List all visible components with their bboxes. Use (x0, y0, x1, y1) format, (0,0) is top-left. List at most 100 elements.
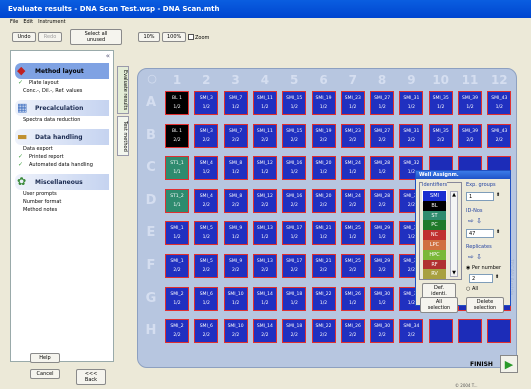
plate-well[interactable]: SMI_11 2/2 (252, 123, 277, 148)
plate-well[interactable]: SMI_24 1/2 (340, 156, 365, 181)
plate-well[interactable]: SMI_31 1/2 (399, 91, 424, 115)
column-header[interactable]: 4 (253, 73, 277, 87)
column-header[interactable]: 8 (370, 73, 394, 87)
menu-instrument[interactable]: Instrument (38, 19, 66, 27)
zoom-checkbox[interactable]: Zoom (188, 34, 209, 41)
plate-well[interactable]: SMI_16 1/2 (282, 156, 307, 181)
sidebar-item-conc-values[interactable]: Conc.-, Dil.-, Ref. values (15, 87, 109, 95)
checkbox-icon[interactable] (188, 34, 194, 40)
plate-well[interactable]: SMI_23 2/2 (340, 123, 365, 148)
spin-arrows-icon[interactable]: ⬍ (496, 229, 500, 235)
all-radio[interactable]: ○ All (466, 286, 478, 292)
redo-button[interactable]: Redo (38, 32, 62, 42)
zoom-100-button[interactable]: 100% (162, 32, 186, 42)
plate-well[interactable]: BL 1 1/2 (165, 91, 189, 115)
row-header[interactable]: E (142, 225, 160, 240)
section-header[interactable]: ◆ Method layout (15, 63, 109, 79)
sidebar-item-plate-layout[interactable]: ✓ Plate layout (15, 79, 109, 87)
identifier-smi[interactable]: SMI (422, 190, 447, 202)
identifier-pc[interactable]: PC (423, 220, 446, 231)
plate-well[interactable]: SMI_3 2/2 (194, 123, 219, 148)
sidebar-item-method-notes[interactable]: Method notes (15, 206, 109, 214)
plate-well[interactable]: SMI_26 2/2 (340, 319, 365, 344)
collapse-icon[interactable]: « (106, 52, 110, 60)
plate-well[interactable]: SMI_13 2/2 (252, 254, 277, 278)
cancel-button[interactable]: Cancel (30, 369, 60, 379)
plate-well[interactable]: SMI_15 1/2 (282, 91, 307, 115)
arrow-down-icon[interactable]: ▼ (451, 270, 457, 276)
section-header[interactable]: ▬ Data handling (15, 129, 109, 145)
plate-well[interactable]: SMI_27 1/2 (370, 91, 395, 115)
plate-well[interactable]: SMI_24 2/2 (340, 188, 365, 213)
column-header[interactable]: 5 (282, 73, 306, 87)
plate-well[interactable]: ST1_1 1/1 (165, 156, 189, 181)
identifier-rv[interactable]: RV (423, 269, 446, 280)
plate-well[interactable]: SMI_1 2/2 (165, 254, 189, 278)
zoom-10-button[interactable]: 10% (138, 32, 160, 42)
plate-well[interactable]: SMI_10 2/2 (223, 319, 248, 344)
sidebar-item-printed-report[interactable]: ✓ Printed report (15, 153, 109, 161)
plate-well[interactable]: SMI_16 2/2 (282, 188, 307, 213)
plate-well[interactable]: SMI_14 2/2 (252, 319, 277, 344)
identifier-st[interactable]: ST (423, 210, 446, 221)
row-header[interactable]: B (142, 128, 160, 143)
plate-well[interactable]: SMI_2 1/2 (165, 286, 189, 311)
plate-well[interactable]: SMI_18 1/2 (282, 286, 307, 311)
plate-well[interactable] (458, 319, 482, 344)
identifier-nc[interactable]: NC (423, 230, 446, 241)
plate-well[interactable] (428, 319, 453, 344)
plate-well[interactable]: SMI_30 2/2 (370, 319, 395, 344)
select-all-unused-button[interactable]: Select all unused (70, 29, 122, 45)
plate-well[interactable]: SMI_31 2/2 (399, 123, 424, 148)
delete-selection-button[interactable]: Delete selection (466, 297, 504, 313)
sidebar-item-data-export[interactable]: Data export (15, 145, 109, 153)
column-header[interactable]: 3 (224, 73, 248, 87)
plate-well[interactable]: SMI_13 1/2 (252, 221, 277, 246)
identifiers-scrollbar[interactable]: ▲ ▼ (450, 191, 458, 277)
row-header[interactable]: H (142, 323, 160, 338)
plate-well[interactable]: SMI_3 1/2 (194, 91, 219, 115)
plate-well[interactable]: SMI_35 1/2 (428, 91, 453, 115)
plate-well[interactable]: SMI_17 2/2 (282, 254, 307, 278)
plate-well[interactable]: SMI_27 2/2 (370, 123, 395, 148)
plate-well[interactable]: SMI_14 1/2 (252, 286, 277, 311)
plate-well[interactable]: SMI_43 2/2 (487, 123, 512, 148)
plate-well[interactable]: SMI_10 1/2 (223, 286, 248, 311)
tab-test-method[interactable]: Test method (117, 116, 129, 156)
plate-well[interactable]: SMI_19 2/2 (311, 123, 336, 148)
plate-well[interactable]: SMI_4 2/2 (194, 188, 219, 213)
plate-well[interactable]: SMI_6 2/2 (194, 319, 219, 344)
plate-well[interactable]: SMI_28 1/2 (370, 156, 395, 181)
help-button[interactable]: Help (30, 353, 60, 363)
replicates-input[interactable]: 2 (469, 274, 493, 283)
plate-well[interactable]: SMI_22 2/2 (311, 319, 336, 344)
column-header[interactable]: 11 (458, 73, 482, 87)
plate-well[interactable]: SMI_25 1/2 (340, 221, 365, 246)
row-header[interactable]: F (142, 258, 160, 273)
undo-button[interactable]: Undo (12, 32, 36, 42)
plate-well[interactable]: SMI_22 1/2 (311, 286, 336, 311)
plate-well[interactable]: SMI_1 1/2 (165, 221, 189, 246)
plate-well[interactable]: SMI_5 2/2 (194, 254, 219, 278)
plate-well[interactable]: SMI_20 2/2 (311, 188, 336, 213)
plate-well[interactable]: SMI_6 1/2 (194, 286, 219, 311)
plate-well[interactable]: ST1_2 1/1 (165, 188, 189, 213)
sidebar-item-automated-data-handling[interactable]: ✓ Automated data handling (15, 161, 109, 169)
tab-evaluate-results[interactable]: Evaluate results (117, 66, 129, 114)
section-header[interactable]: ▦ Precalculation (15, 100, 109, 116)
plate-well[interactable]: SMI_8 1/2 (223, 156, 248, 181)
plate-well[interactable]: SMI_4 1/2 (194, 156, 219, 181)
id-nos-input[interactable]: 47 (466, 229, 494, 238)
plate-well[interactable]: SMI_2 2/2 (165, 319, 189, 344)
menu-file[interactable]: File (10, 19, 18, 27)
plate-well[interactable]: SMI_5 1/2 (194, 221, 219, 246)
plate-well[interactable]: SMI_29 1/2 (370, 221, 395, 246)
identifier-bl[interactable]: BL (423, 200, 446, 211)
plate-well[interactable]: SMI_9 1/2 (223, 221, 248, 246)
back-button[interactable]: <<< Back (76, 369, 106, 385)
plate-well[interactable]: SMI_20 1/2 (311, 156, 336, 181)
plate-well[interactable]: SMI_21 1/2 (311, 221, 336, 246)
row-header[interactable]: A (142, 95, 160, 110)
plate-well[interactable]: SMI_7 1/2 (223, 91, 248, 115)
row-header[interactable]: D (142, 193, 160, 208)
